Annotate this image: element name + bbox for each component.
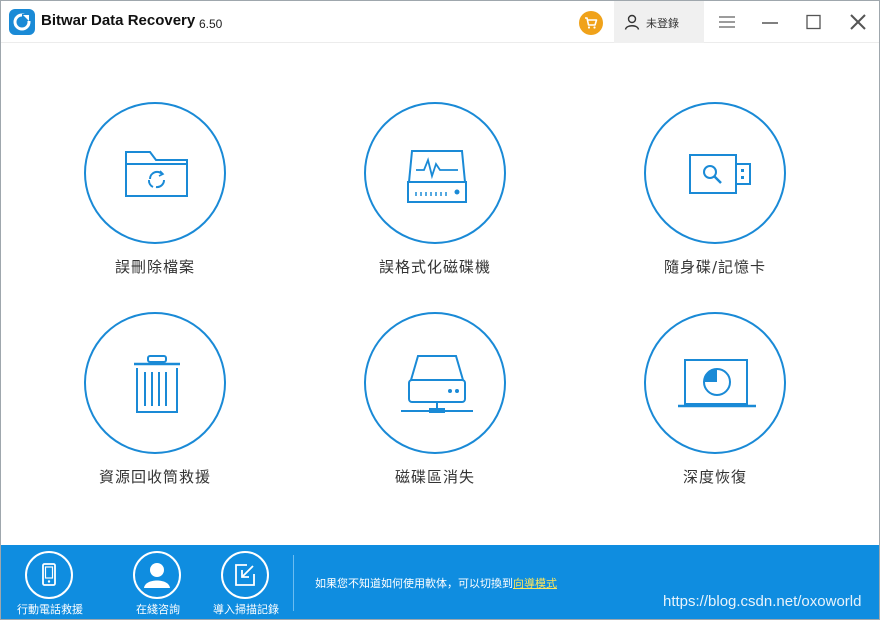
watermark: https://blog.csdn.net/oxoworld <box>663 593 862 610</box>
hard-drive-icon <box>407 150 467 203</box>
tile-circle[interactable] <box>84 102 226 244</box>
app-window: Bitwar Data Recovery 6.50 未登錄 誤刪除檔案 誤格式化… <box>0 0 880 620</box>
bottom-bar-label: 導入掃描記錄 <box>213 603 279 616</box>
network-drive-icon <box>401 355 473 413</box>
folder-recycle-icon <box>125 151 188 197</box>
user-icon <box>624 14 640 30</box>
title-bar: Bitwar Data Recovery 6.50 未登錄 <box>1 1 879 43</box>
maximize-button[interactable] <box>793 1 833 43</box>
wizard-hint: 如果您不知道如何使用軟体，可以切換到向導模式 <box>315 575 557 591</box>
close-icon <box>850 14 866 30</box>
login-label: 未登錄 <box>646 17 679 30</box>
laptop-scan-icon <box>678 359 756 408</box>
tile-label: 資源回收筒救援 <box>98 468 211 486</box>
close-button[interactable] <box>837 1 877 43</box>
tile-recycle-bin[interactable]: 資源回收筒救援 <box>35 312 275 502</box>
bottom-bar-circle[interactable] <box>133 551 181 599</box>
bottom-bar: 行動電話救援 在綫咨詢 導入掃描記錄 如果您不知道如何使用軟体，可以切換到向導模… <box>1 545 879 619</box>
maximize-icon <box>806 14 821 30</box>
minimize-icon <box>762 22 778 24</box>
recycle-bin-icon <box>134 355 180 413</box>
support-person-icon <box>144 563 170 588</box>
tile-circle[interactable] <box>364 312 506 454</box>
wizard-hint-text: 如果您不知道如何使用軟体，可以切換到 <box>315 577 513 590</box>
tile-label: 誤格式化磁碟機 <box>378 258 491 276</box>
tile-usb-memory-card[interactable]: 隨身碟/記憶卡 <box>595 102 835 292</box>
minimize-button[interactable] <box>749 1 789 43</box>
tile-circle[interactable] <box>644 102 786 244</box>
wizard-mode-link[interactable]: 向導模式 <box>513 577 557 590</box>
menu-button[interactable] <box>706 1 746 43</box>
app-name: Bitwar Data Recovery <box>41 12 196 29</box>
import-scan-button[interactable]: 導入掃描記錄 <box>201 551 291 617</box>
mobile-phone-icon <box>42 563 56 586</box>
tile-circle[interactable] <box>644 312 786 454</box>
bottom-bar-label: 行動電話救援 <box>17 603 83 616</box>
tile-deep-recovery[interactable]: 深度恢復 <box>595 312 835 502</box>
bottom-bar-circle[interactable] <box>25 551 73 599</box>
tile-label: 隨身碟/記憶卡 <box>663 258 767 276</box>
online-support-button[interactable]: 在綫咨詢 <box>113 551 203 617</box>
import-icon <box>235 564 255 586</box>
mobile-recovery-button[interactable]: 行動電話救援 <box>5 551 95 617</box>
usb-drive-icon <box>689 154 751 194</box>
menu-icon <box>719 16 735 28</box>
cart-icon[interactable] <box>579 11 603 35</box>
bottom-bar-label: 在綫咨詢 <box>136 603 180 616</box>
tile-label: 深度恢復 <box>682 468 747 486</box>
tile-label: 磁碟區消失 <box>394 468 475 486</box>
tile-circle[interactable] <box>364 102 506 244</box>
tile-formatted-drive[interactable]: 誤格式化磁碟機 <box>315 102 555 292</box>
tile-circle[interactable] <box>84 312 226 454</box>
app-logo-icon <box>9 9 35 35</box>
tile-deleted-files[interactable]: 誤刪除檔案 <box>35 102 275 292</box>
login-button[interactable]: 未登錄 <box>614 1 704 43</box>
bottom-bar-divider <box>293 555 294 611</box>
tile-lost-partition[interactable]: 磁碟區消失 <box>315 312 555 502</box>
app-version: 6.50 <box>199 17 223 31</box>
tile-label: 誤刪除檔案 <box>114 258 195 276</box>
bottom-bar-circle[interactable] <box>221 551 269 599</box>
